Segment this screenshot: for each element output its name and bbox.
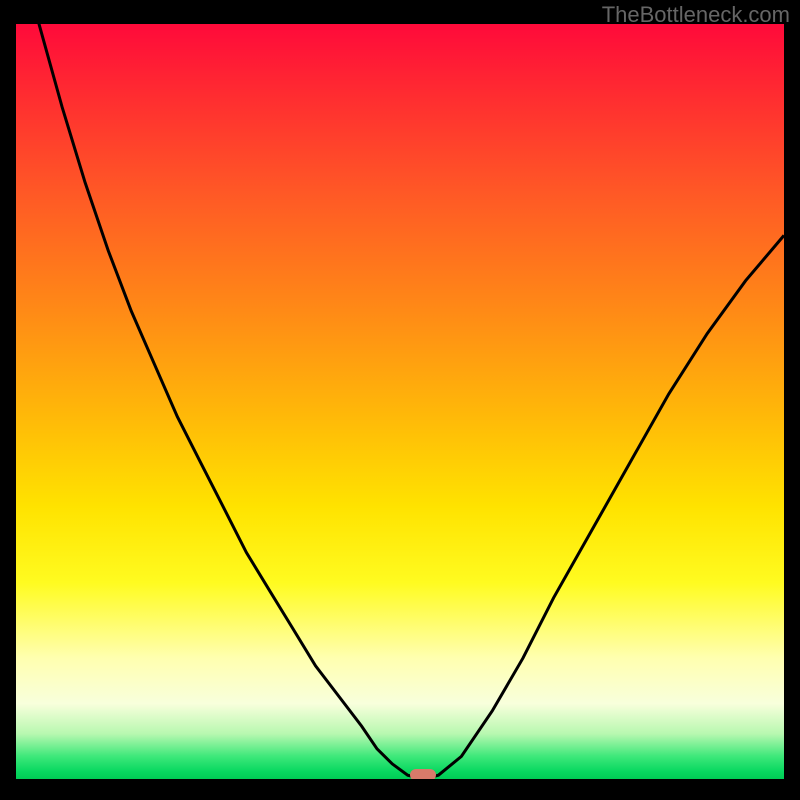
bottleneck-curve [16, 24, 784, 779]
chart-plot-area [16, 24, 784, 779]
optimal-point-marker [410, 769, 436, 779]
watermark-text: TheBottleneck.com [602, 2, 790, 28]
